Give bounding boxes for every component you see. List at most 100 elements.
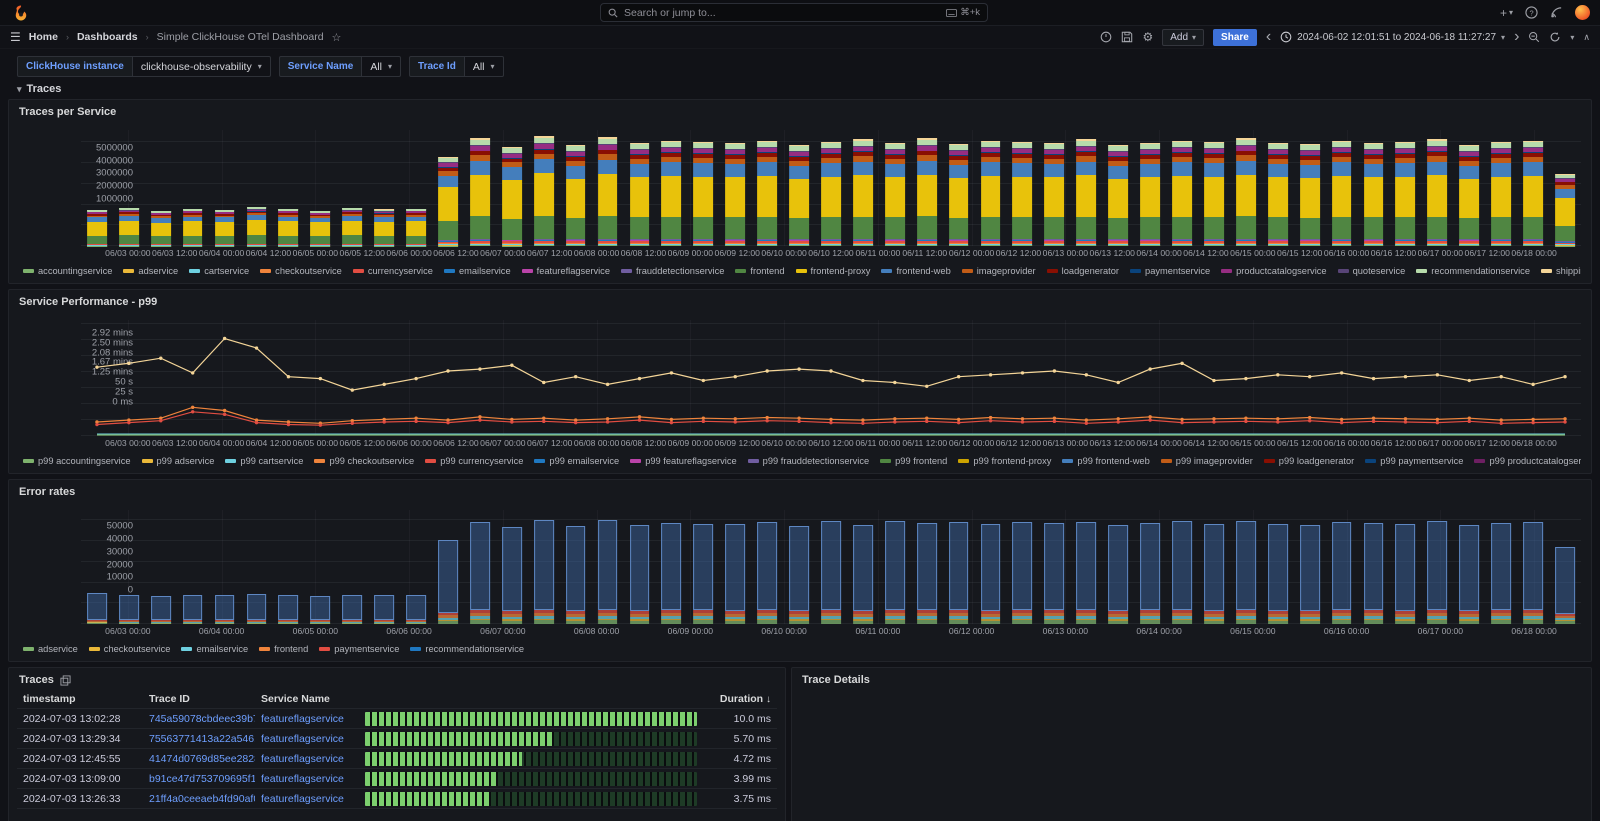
legend-item[interactable]: checkoutservice <box>89 644 171 654</box>
legend-item[interactable]: emailservice <box>181 644 248 654</box>
breadcrumb-home[interactable]: Home <box>29 31 58 43</box>
legend-item[interactable]: p99 frontend <box>880 456 947 466</box>
legend-item[interactable]: adservice <box>123 266 178 276</box>
variable-value-trace-id[interactable]: All▾ <box>465 56 504 77</box>
legend-item[interactable]: paymentservice <box>1130 266 1210 276</box>
breadcrumb-dashboard-name[interactable]: Simple ClickHouse OTel Dashboard <box>157 31 324 43</box>
legend-item[interactable]: paymentservice <box>319 644 399 654</box>
legend-item[interactable]: frauddetectionservice <box>621 266 724 276</box>
traces-per-service-chart[interactable]: 010000002000000300000040000005000000 06/… <box>9 120 1591 283</box>
error-rates-chart[interactable]: 01000020000300004000050000 06/03 00:0006… <box>9 500 1591 661</box>
legend-item[interactable]: featureflagservice <box>522 266 610 276</box>
favorite-star-icon[interactable]: ☆ <box>332 31 342 44</box>
legend-item[interactable]: p99 adservice <box>142 456 215 466</box>
legend-item[interactable]: imageprovider <box>962 266 1036 276</box>
variable-label-clickhouse-instance[interactable]: ClickHouse instance <box>17 56 133 77</box>
legend-item[interactable]: p99 accountingservice <box>23 456 131 466</box>
legend-item[interactable]: p99 imageprovider <box>1161 456 1253 466</box>
time-shift-back-icon[interactable]: ‹ <box>1266 28 1271 46</box>
panel-title[interactable]: Trace Details <box>792 668 1591 688</box>
bar-segment-adservice <box>949 620 969 624</box>
legend-item[interactable]: checkoutservice <box>260 266 342 276</box>
zoom-out-icon[interactable] <box>1528 31 1540 43</box>
legend-item[interactable]: p99 checkoutservice <box>314 456 414 466</box>
header-duration[interactable]: Duration ↓ <box>703 693 777 705</box>
legend-item[interactable]: frontend <box>259 644 308 654</box>
variable-value-clickhouse-instance[interactable]: clickhouse-observability▾ <box>133 56 271 77</box>
refresh-icon[interactable] <box>1549 31 1561 43</box>
settings-gear-icon[interactable]: ⚙ <box>1142 30 1153 44</box>
add-button[interactable]: Add▾ <box>1162 29 1204 46</box>
panel-title[interactable]: Service Performance - p99 <box>9 290 1591 310</box>
menu-icon[interactable]: ☰ <box>10 30 21 44</box>
legend-item[interactable]: adservice <box>23 644 78 654</box>
header-service-name[interactable]: Service Name <box>255 693 359 705</box>
legend-item[interactable]: recommendationservice <box>1416 266 1530 276</box>
cell-service-name-link[interactable]: featureflagservice <box>255 773 359 785</box>
legend-item[interactable]: currencyservice <box>353 266 433 276</box>
bar-segment-frontend-proxy <box>981 176 1001 217</box>
search-input[interactable]: Search or jump to... ⌘+k <box>600 3 988 22</box>
legend-item[interactable]: accountingservice <box>23 266 112 276</box>
bar-segment-recommendationservice <box>1268 524 1288 611</box>
legend-item[interactable]: loadgenerator <box>1047 266 1119 276</box>
legend-item[interactable]: emailservice <box>444 266 511 276</box>
legend-item[interactable]: cartservice <box>189 266 249 276</box>
grafana-logo-icon[interactable] <box>12 4 30 22</box>
panel-title[interactable]: Traces <box>9 668 785 688</box>
cell-trace-id-link[interactable]: 21ff4a0ceeaeb4fd90af0... <box>143 793 255 805</box>
variable-label-service-name[interactable]: Service Name <box>279 56 363 77</box>
cell-trace-id-link[interactable]: 41474d0769d85ee2828... <box>143 753 255 765</box>
variable-value-service-name[interactable]: All▾ <box>362 56 401 77</box>
breadcrumb-dashboards[interactable]: Dashboards <box>77 31 138 43</box>
section-row-traces[interactable]: ▾ Traces <box>8 81 1592 99</box>
share-button[interactable]: Share <box>1213 29 1257 46</box>
save-icon[interactable] <box>1121 31 1133 43</box>
avatar[interactable] <box>1575 5 1590 20</box>
legend-item[interactable]: p99 cartservice <box>225 456 303 466</box>
legend-item[interactable]: quoteservice <box>1338 266 1406 276</box>
legend-item[interactable]: recommendationservice <box>410 644 524 654</box>
bar-segment-frontend-web <box>853 162 873 176</box>
cell-service-name-link[interactable]: featureflagservice <box>255 793 359 805</box>
legend-item[interactable]: p99 currencyservice <box>425 456 523 466</box>
time-shift-forward-icon[interactable]: › <box>1514 28 1519 46</box>
refresh-interval-caret-icon[interactable]: ▾ <box>1570 33 1574 42</box>
legend-item[interactable]: p99 productcatalogservice <box>1474 456 1581 466</box>
data-point <box>223 409 226 412</box>
cell-service-name-link[interactable]: featureflagservice <box>255 713 359 725</box>
legend-item[interactable]: frontend-proxy <box>796 266 871 276</box>
legend-item[interactable]: productcatalogservice <box>1221 266 1326 276</box>
panel-title[interactable]: Error rates <box>9 480 1591 500</box>
legend-item[interactable]: shippingservice <box>1541 266 1581 276</box>
add-new-button[interactable]: +▾ <box>1500 6 1513 20</box>
legend-item[interactable]: p99 featureflagservice <box>630 456 736 466</box>
legend-item[interactable]: p99 paymentservice <box>1365 456 1463 466</box>
panel-title[interactable]: Traces per Service <box>9 100 1591 120</box>
legend-item[interactable]: p99 frauddetectionservice <box>748 456 869 466</box>
cell-trace-id-link[interactable]: 745a59078cbdeec39b7... <box>143 713 255 725</box>
legend-item[interactable]: p99 frontend-proxy <box>958 456 1051 466</box>
help-icon[interactable]: ? <box>1525 6 1538 19</box>
collapse-toolbar-icon[interactable]: ∧ <box>1583 32 1590 43</box>
time-range-picker[interactable]: 2024-06-02 12:01:51 to 2024-06-18 11:27:… <box>1280 31 1505 43</box>
x-axis-tick-label: 06/09 00:00 <box>668 438 713 448</box>
panel-links-icon[interactable] <box>60 675 71 686</box>
legend-item[interactable]: frontend <box>735 266 784 276</box>
legend-item[interactable]: p99 emailservice <box>534 456 619 466</box>
data-point <box>1531 383 1534 386</box>
clock-icon <box>1280 31 1292 43</box>
news-icon[interactable] <box>1550 6 1563 19</box>
legend-item[interactable]: p99 loadgenerator <box>1264 456 1354 466</box>
legend-item[interactable]: p99 frontend-web <box>1062 456 1149 466</box>
cell-service-name-link[interactable]: featureflagservice <box>255 753 359 765</box>
insights-icon[interactable] <box>1100 31 1112 43</box>
variable-label-trace-id[interactable]: Trace Id <box>409 56 465 77</box>
cell-trace-id-link[interactable]: 75563771413a22a54618... <box>143 733 255 745</box>
legend-item[interactable]: frontend-web <box>881 266 950 276</box>
cell-service-name-link[interactable]: featureflagservice <box>255 733 359 745</box>
header-trace-id[interactable]: Trace ID <box>143 693 255 705</box>
header-timestamp[interactable]: timestamp <box>17 693 143 705</box>
service-performance-chart[interactable]: 0 ms25 s50 s1.25 mins1.67 mins2.08 mins2… <box>9 310 1591 473</box>
cell-trace-id-link[interactable]: b91ce47d753709695f1d... <box>143 773 255 785</box>
